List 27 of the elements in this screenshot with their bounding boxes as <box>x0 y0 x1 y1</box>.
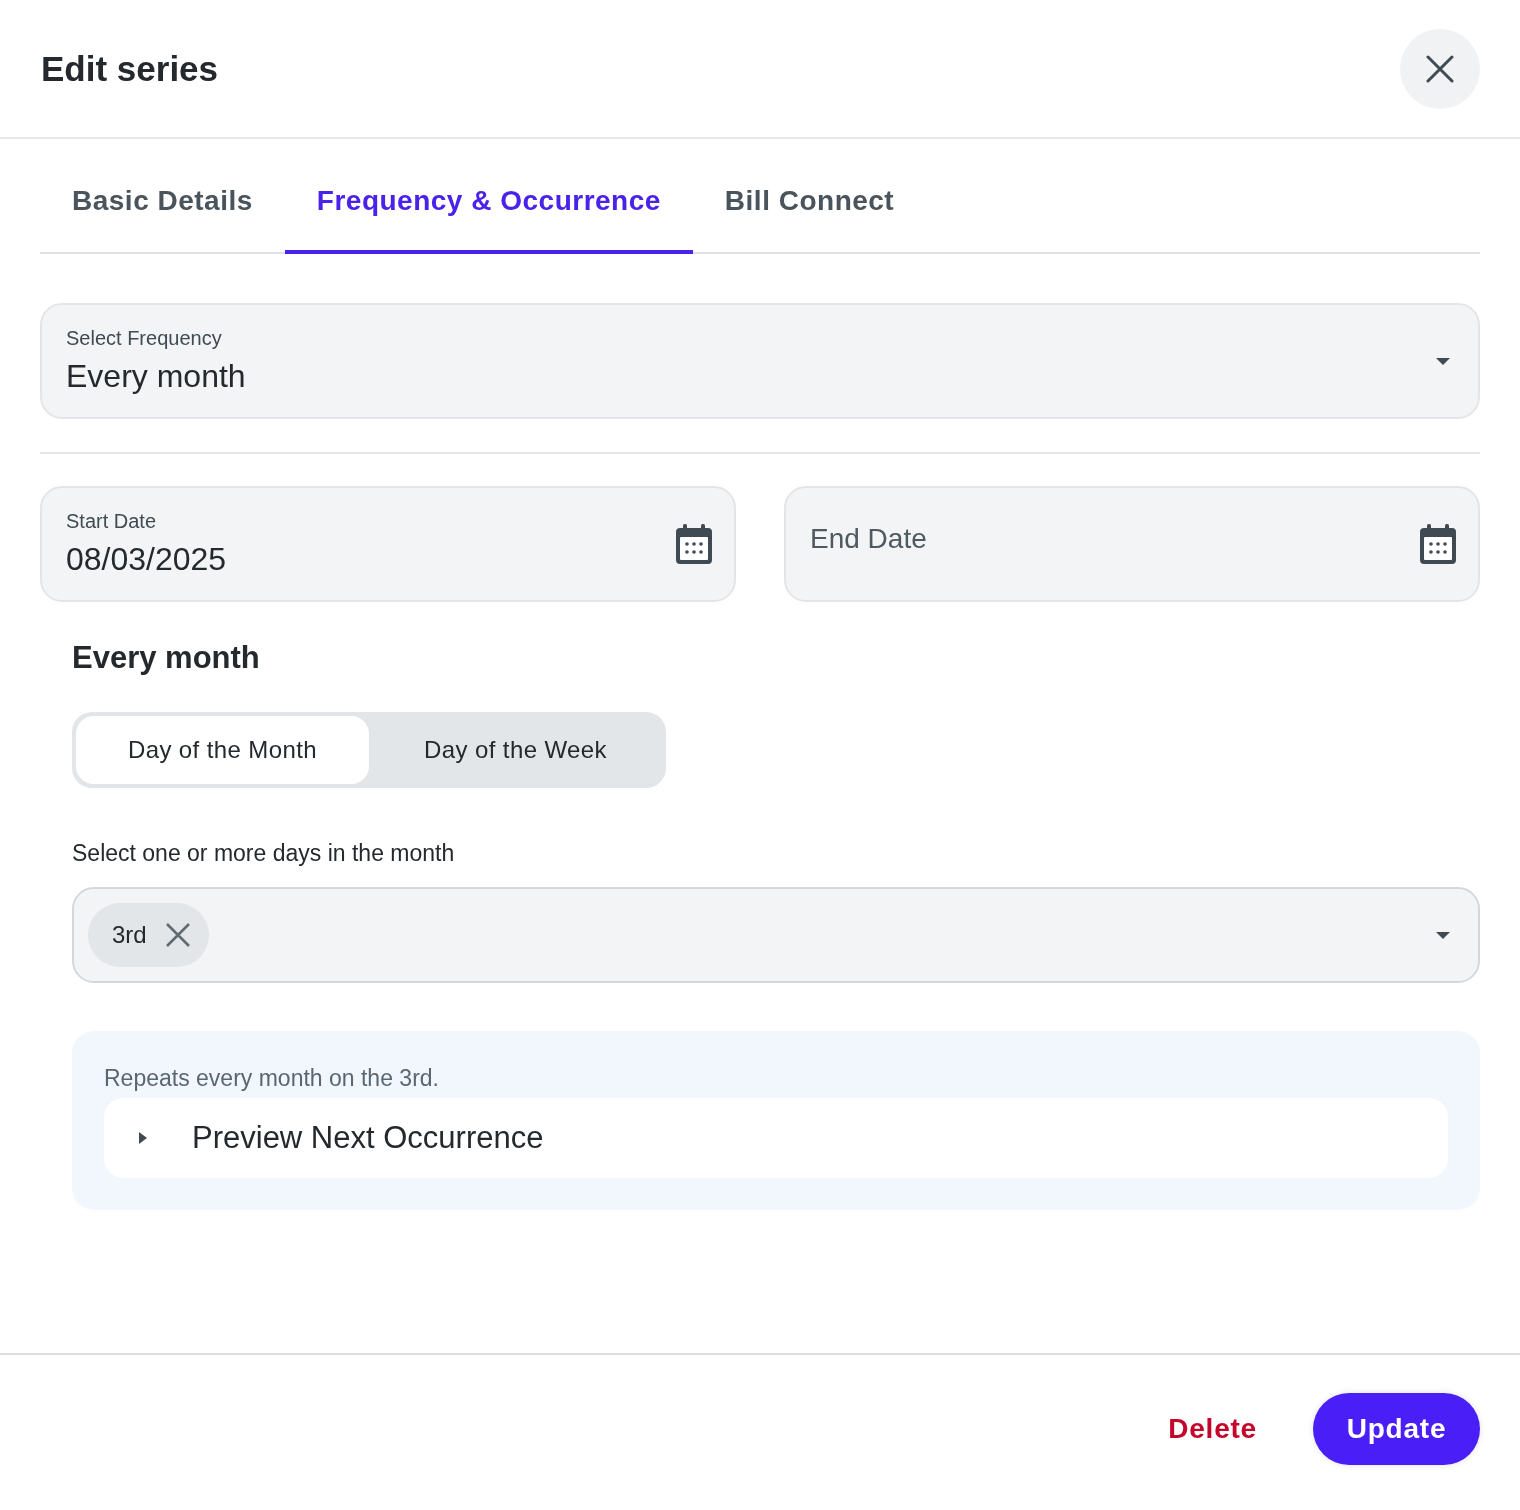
preview-toggle[interactable]: Preview Next Occurrence <box>104 1098 1448 1178</box>
tab[interactable]: Frequency & Occurrence <box>284 139 693 254</box>
remove-icon[interactable] <box>164 922 191 948</box>
summary-text: Repeats every month on the 3rd. <box>104 1065 440 1092</box>
frequency-select[interactable]: Select Frequency Every month <box>40 303 1480 419</box>
delete-button[interactable]: Delete <box>1160 1392 1265 1465</box>
dropdown-caret-icon <box>1436 356 1450 366</box>
field-label: Start Date <box>66 510 158 533</box>
segment-option[interactable]: Day of the Month <box>76 716 369 784</box>
date-input[interactable]: End Date <box>810 518 1310 556</box>
calendar-icon <box>1420 524 1456 564</box>
date-input[interactable]: 08/03/2025 <box>66 541 366 578</box>
close-icon <box>1426 54 1454 83</box>
dropdown-caret-icon <box>1436 930 1450 940</box>
update-button[interactable]: Update <box>1313 1392 1480 1465</box>
dialog-title: Edit series <box>41 48 219 89</box>
days-select[interactable]: 3rd <box>72 887 1480 983</box>
section-title: Every month <box>72 640 261 676</box>
chip-label: 3rd <box>112 921 147 949</box>
tab[interactable]: Bill Connect <box>692 139 927 254</box>
calendar-icon <box>676 524 712 564</box>
preview-label: Preview Next Occurrence <box>192 1120 544 1156</box>
field-value: Every month <box>66 358 246 395</box>
segment-option[interactable]: Day of the Week <box>369 716 662 784</box>
tab[interactable]: Basic Details <box>40 139 285 254</box>
field-label: Select Frequency <box>66 327 223 350</box>
field-label: Select one or more days in the month <box>72 840 456 867</box>
